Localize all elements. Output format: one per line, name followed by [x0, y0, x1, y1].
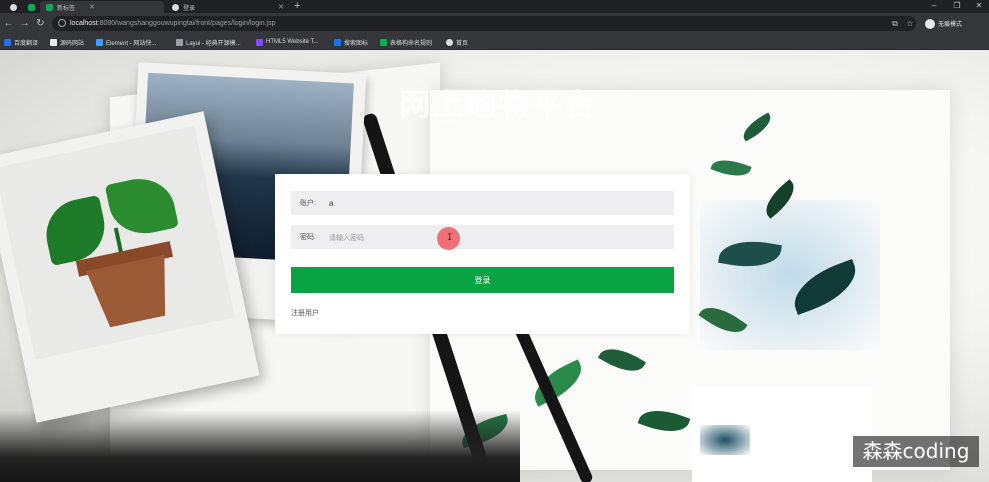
bookmark-item[interactable]: Layui - 经典开源模... — [176, 37, 241, 47]
incognito-icon — [925, 18, 935, 29]
app-icon — [28, 3, 35, 11]
info-icon[interactable] — [58, 19, 66, 27]
app-icon — [46, 3, 53, 11]
browser-toolbar: ← → ↻ localhost:8080/wangshanggouwupingt… — [0, 13, 989, 34]
tab-pinned-2[interactable] — [22, 1, 41, 13]
account-field[interactable]: 账户: — [291, 191, 674, 215]
tab-login[interactable]: 登录 ✕ — [166, 1, 290, 13]
minimize-button[interactable]: – — [922, 0, 946, 13]
new-tab-button[interactable]: + — [294, 0, 300, 13]
plant-photo — [0, 125, 235, 360]
url-text: localhost:8080/wangshanggouwupingtai/fro… — [70, 20, 276, 27]
close-window-button[interactable]: ✕ — [967, 0, 989, 13]
flag-icon — [50, 38, 57, 46]
address-bar[interactable]: localhost:8080/wangshanggouwupingtai/fro… — [52, 16, 916, 31]
tab-pinned-1[interactable] — [4, 1, 23, 13]
bookmark-item[interactable]: HTML5 Website T... — [256, 37, 318, 47]
incognito-profile[interactable]: 无痕模式 — [925, 17, 962, 30]
bookmark-item[interactable]: 表格构命名规则 — [380, 37, 432, 47]
tab-label: 登录 — [183, 5, 196, 12]
account-input[interactable] — [329, 198, 629, 208]
forward-button[interactable]: → — [18, 17, 31, 30]
background-shadow — [0, 410, 520, 482]
tab-new[interactable]: 新标签 ✕ — [40, 1, 164, 13]
globe-icon — [10, 3, 17, 11]
globe-icon — [446, 38, 453, 46]
bookmark-item[interactable]: 源码网站 — [50, 37, 84, 47]
bookmark-icon — [256, 38, 263, 46]
restore-button[interactable]: ❐ — [945, 0, 969, 13]
tab-strip: 新标签 ✕ 登录 ✕ + – ❐ ✕ — [0, 0, 989, 13]
bookmarks-bar: 百度翻译 源码网站 Element - 网站快... Layui - 经典开源模… — [0, 34, 989, 50]
bookmark-icon — [380, 38, 387, 46]
password-field[interactable]: 密码: I — [291, 225, 674, 250]
translate-icon[interactable]: ⧉ — [890, 19, 900, 29]
bookmark-icon — [4, 38, 11, 46]
login-form: 账户: 密码: I 登录 注册用户 — [275, 174, 690, 334]
page-title: 网上购物平台 — [400, 88, 598, 123]
bookmark-item[interactable]: 搜索图标 — [334, 37, 368, 47]
tab-label: 新标签 — [57, 5, 76, 12]
bookmark-icon — [96, 38, 103, 46]
back-button[interactable]: ← — [2, 17, 15, 30]
bookmark-icon — [176, 38, 183, 46]
register-link[interactable]: 注册用户 — [291, 308, 319, 318]
globe-icon — [172, 3, 179, 11]
reload-button[interactable]: ↻ — [34, 17, 47, 30]
star-icon[interactable]: ☆ — [905, 19, 915, 29]
password-label: 密码: — [300, 234, 316, 241]
text-cursor-icon: I — [447, 233, 453, 243]
page-viewport: 网上购物平台 账户: 密码: I 登录 注册用户 — [0, 50, 989, 482]
watermark: 森森coding — [853, 436, 979, 467]
close-icon[interactable]: ✕ — [89, 3, 95, 11]
password-input[interactable] — [329, 232, 629, 242]
close-icon[interactable]: ✕ — [278, 3, 284, 11]
bookmark-item[interactable]: 首页 — [446, 37, 468, 47]
bookmark-icon — [334, 38, 341, 46]
bookmark-item[interactable]: Element - 网站快... — [96, 37, 156, 47]
bookmark-item[interactable]: 百度翻译 — [4, 37, 38, 47]
background-watercolor — [700, 425, 750, 455]
login-button[interactable]: 登录 — [291, 267, 674, 293]
account-label: 账户: — [300, 200, 316, 207]
